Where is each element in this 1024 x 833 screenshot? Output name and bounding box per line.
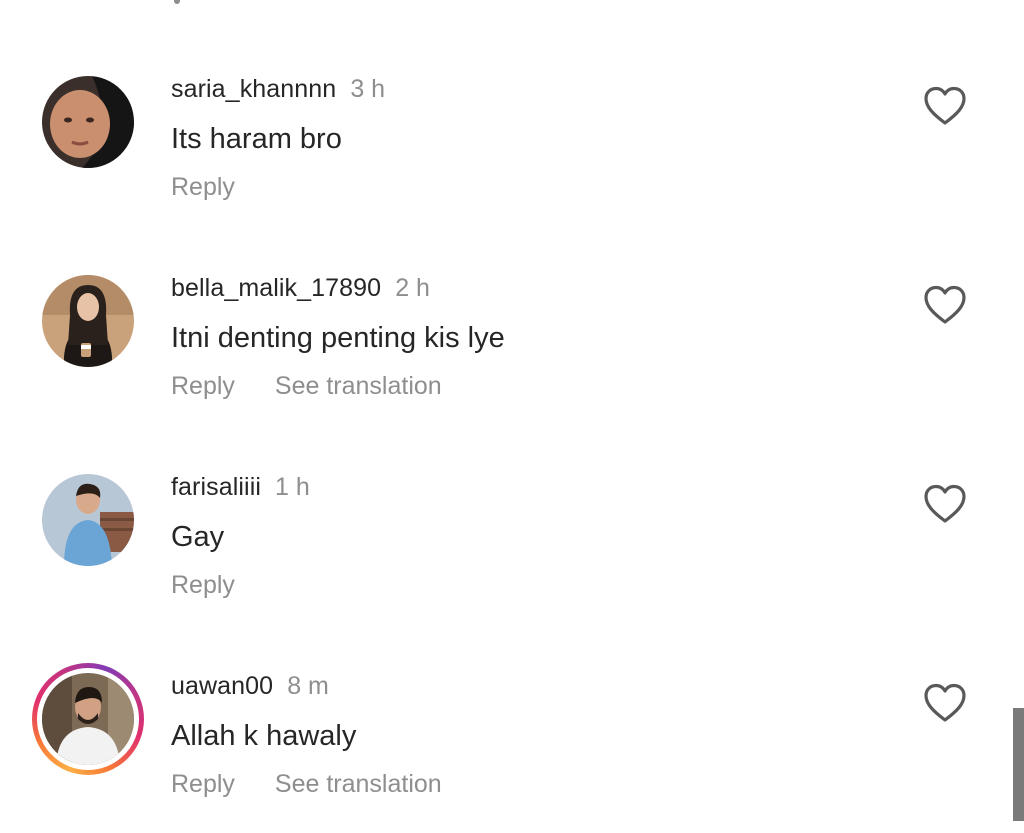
avatar[interactable]	[42, 275, 134, 367]
avatar-photo	[42, 474, 134, 566]
heart-icon[interactable]	[923, 683, 967, 723]
comment-text: Its haram bro	[171, 123, 342, 155]
username[interactable]: bella_malik_17890	[171, 274, 381, 302]
see-translation-button[interactable]: See translation	[275, 770, 442, 798]
username[interactable]: uawan00	[171, 672, 273, 700]
comment-actions: Reply	[171, 172, 235, 202]
reply-button[interactable]: Reply	[171, 372, 235, 400]
heart-icon[interactable]	[923, 484, 967, 524]
avatar[interactable]	[42, 673, 134, 765]
avatar-photo	[42, 275, 134, 367]
avatar-photo	[42, 76, 134, 168]
comment-item: uawan00 8 m Allah k hawaly Reply See trans…	[0, 663, 1024, 833]
username[interactable]: saria_khannnn	[171, 75, 336, 103]
comment-item: farisaliiii 1 h Gay Reply	[0, 472, 1024, 634]
comment-meta: uawan00 8 m	[171, 671, 329, 701]
timestamp: 8 m	[287, 672, 329, 700]
comment-actions: Reply See translation	[171, 371, 442, 401]
story-ring[interactable]	[32, 663, 144, 775]
reply-button[interactable]: Reply	[171, 770, 235, 798]
comment-item: bella_malik_17890 2 h Itni denting pentin…	[0, 273, 1024, 435]
comment-meta: farisaliiii 1 h	[171, 472, 310, 502]
heart-icon[interactable]	[923, 86, 967, 126]
comment-meta: bella_malik_17890 2 h	[171, 273, 430, 303]
scrollbar[interactable]	[1013, 708, 1024, 821]
timestamp: 3 h	[350, 75, 386, 103]
comment-actions: Reply	[171, 570, 235, 600]
timestamp: 2 h	[395, 274, 430, 302]
comment-actions: Reply See translation	[171, 769, 442, 799]
reply-button[interactable]: Reply	[171, 173, 235, 201]
comment-text: Itni denting penting kis lye	[171, 322, 505, 354]
clipped-reply-label	[170, 0, 240, 6]
comment-item: saria_khannnn 3 h Its haram bro Reply	[0, 74, 1024, 236]
avatar[interactable]	[42, 76, 134, 168]
comment-text: Allah k hawaly	[171, 720, 357, 752]
username[interactable]: farisaliiii	[171, 473, 261, 501]
comment-meta: saria_khannnn 3 h	[171, 74, 385, 104]
avatar-photo	[42, 673, 134, 765]
heart-icon[interactable]	[923, 285, 967, 325]
reply-button[interactable]: Reply	[171, 571, 235, 599]
see-translation-button[interactable]: See translation	[275, 372, 442, 400]
avatar[interactable]	[42, 474, 134, 566]
timestamp: 1 h	[275, 473, 310, 501]
comment-text: Gay	[171, 521, 225, 553]
